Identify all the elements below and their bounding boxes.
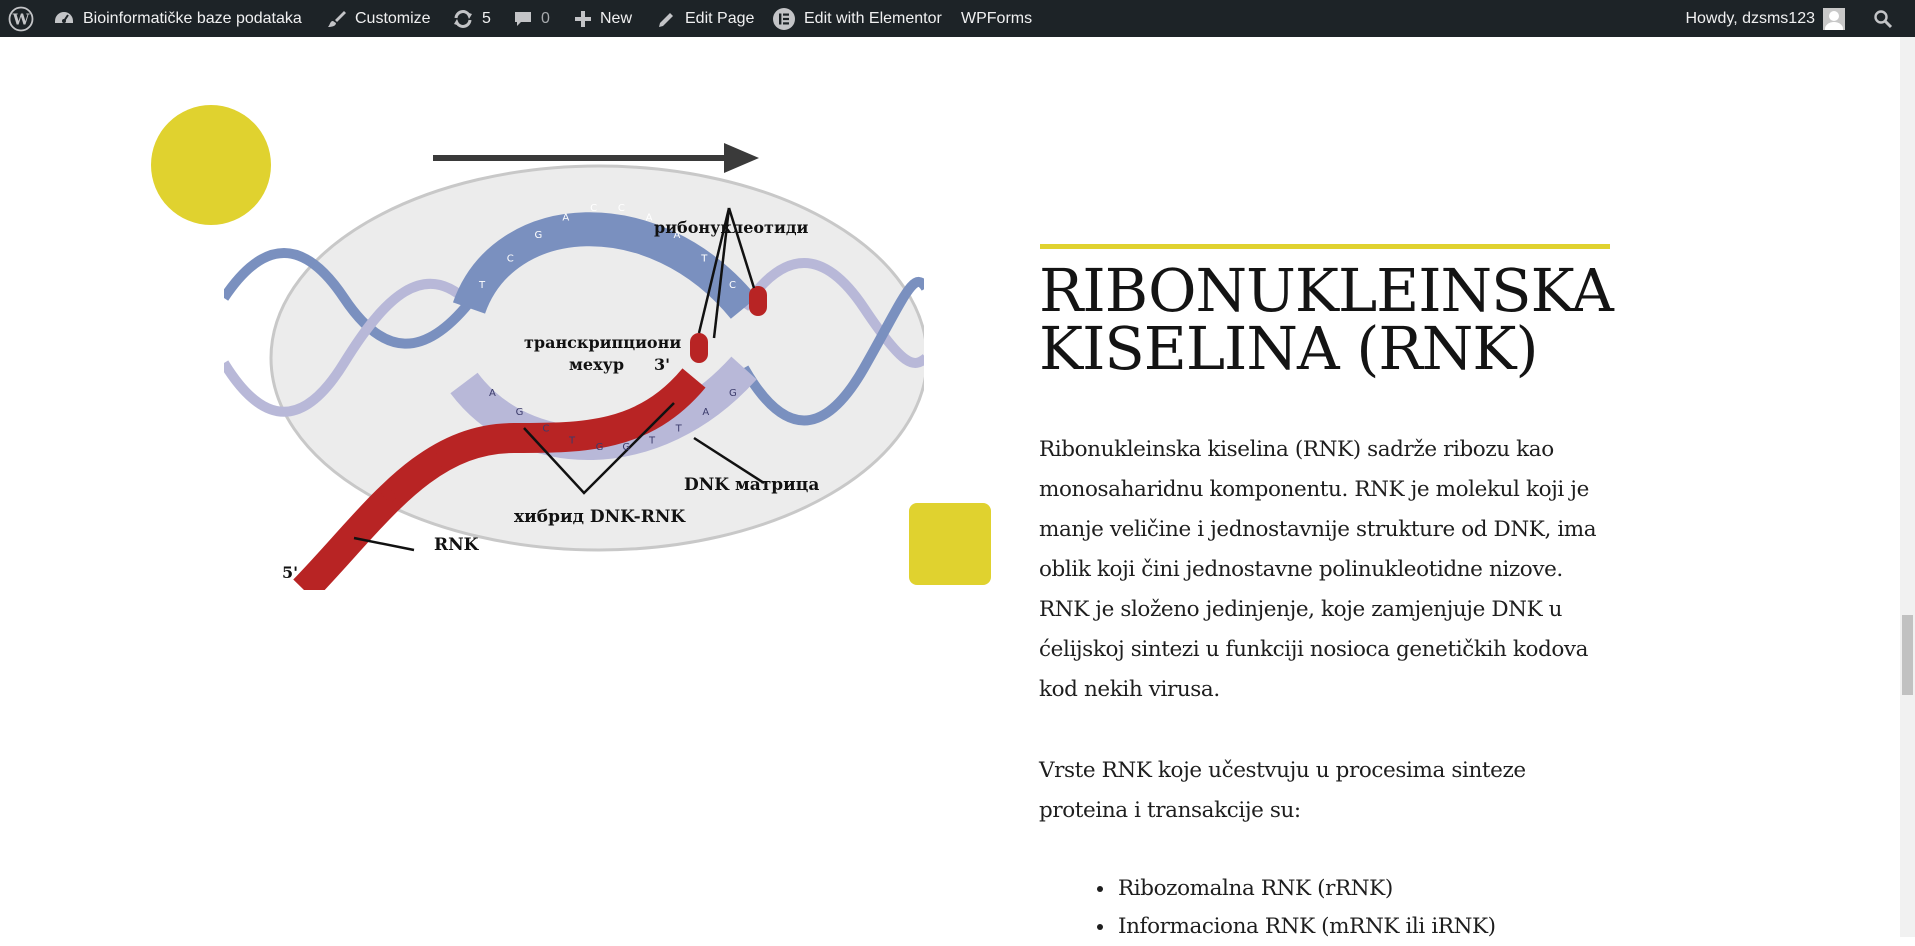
template-strand-base: G xyxy=(622,442,630,453)
updates-count: 5 xyxy=(482,9,491,27)
wordpress-logo-button[interactable]: W xyxy=(8,0,42,37)
search-icon xyxy=(1873,9,1893,29)
label-five-prime: 5' xyxy=(282,563,298,582)
svg-text:W: W xyxy=(12,10,31,28)
intro-paragraph: Ribonukleinska kiselina (RNK) sadrže rib… xyxy=(1039,437,1597,702)
new-content-button[interactable]: New xyxy=(574,0,632,37)
label-hybrid: хибрид DNK-RNK xyxy=(514,507,686,527)
wpforms-button[interactable]: WPForms xyxy=(961,0,1032,37)
comments-button[interactable]: 0 xyxy=(513,0,550,37)
comments-count: 0 xyxy=(541,9,550,27)
site-name-label: Bioinformatičke baze podataka xyxy=(83,9,302,27)
label-three-prime: 3' xyxy=(654,355,670,374)
paintbrush-icon xyxy=(327,9,347,29)
template-strand-base: T xyxy=(568,436,576,447)
heading-accent-line xyxy=(1040,244,1610,249)
rna-types-intro: Vrste RNK koje učestvuju u procesima sin… xyxy=(1039,758,1526,823)
dashboard-icon xyxy=(53,9,75,29)
label-bubble-line1: транскрипциони xyxy=(524,333,681,352)
howdy-label: Howdy, dzsms123 xyxy=(1685,9,1815,27)
coding-strand-base: C xyxy=(618,203,625,214)
list-item: Informaciona RNK (mRNK ili iRNK) xyxy=(1116,908,1496,946)
template-strand-base: G xyxy=(516,407,524,418)
updates-button[interactable]: 5 xyxy=(452,0,491,37)
customize-label: Customize xyxy=(355,9,431,27)
elementor-icon xyxy=(772,7,796,31)
customize-button[interactable]: Customize xyxy=(327,0,431,37)
avatar xyxy=(1823,7,1845,30)
new-label: New xyxy=(600,9,633,27)
wordpress-icon: W xyxy=(8,6,34,32)
edit-with-elementor-button[interactable]: Edit with Elementor xyxy=(772,0,942,37)
template-strand-base: C xyxy=(542,423,549,434)
coding-strand-base: C xyxy=(590,203,597,214)
rna-types-list: Ribozomalna RNK (rRNK) Informaciona RNK … xyxy=(1071,870,1496,946)
my-account-menu[interactable]: Howdy, dzsms123 xyxy=(1685,0,1845,37)
coding-strand-base: G xyxy=(535,230,543,241)
plus-icon xyxy=(574,10,592,28)
label-bubble-line2: мехур xyxy=(569,355,624,374)
coding-strand-base: A xyxy=(562,212,569,223)
decorative-yellow-square xyxy=(909,503,991,585)
edit-page-button[interactable]: Edit Page xyxy=(657,0,754,37)
updates-icon xyxy=(452,9,474,29)
scrollbar-thumb[interactable] xyxy=(1902,615,1913,695)
coding-strand-base: T xyxy=(700,253,708,264)
edit-page-label: Edit Page xyxy=(685,9,755,27)
coding-strand-base: T xyxy=(478,280,486,291)
coding-strand-base: C xyxy=(507,253,514,264)
coding-strand-base: A xyxy=(646,212,653,223)
label-rna: RNK xyxy=(434,535,480,555)
template-strand-base: G xyxy=(729,388,737,399)
template-strand-base: T xyxy=(648,436,656,447)
wpforms-label: WPForms xyxy=(961,9,1033,27)
coding-strand-base: C xyxy=(729,280,736,291)
label-dna-template: DNK матрица xyxy=(684,475,819,495)
template-strand-base: A xyxy=(489,388,496,399)
elementor-label: Edit with Elementor xyxy=(804,9,942,27)
rna-transcription-illustration: рибонуклеотиди транскрипциони мехур 3' D… xyxy=(219,138,931,601)
comment-icon xyxy=(513,9,533,29)
list-item: Ribozomalna RNK (rRNK) xyxy=(1116,870,1496,908)
site-name-menu[interactable]: Bioinformatičke baze podataka xyxy=(53,0,302,37)
scrollbar-track[interactable] xyxy=(1900,37,1915,937)
page-title: RIBONUKLEINSKA KISELINA (RNK) xyxy=(1039,256,1614,383)
coding-strand-base: A xyxy=(673,230,680,241)
template-strand-base: G xyxy=(596,442,604,453)
pencil-icon xyxy=(657,9,677,29)
template-strand-base: T xyxy=(675,423,683,434)
template-strand-base: A xyxy=(702,407,709,418)
search-button[interactable] xyxy=(1873,0,1901,37)
admin-bar: W Bioinformatičke baze podataka Customiz… xyxy=(0,0,1915,37)
